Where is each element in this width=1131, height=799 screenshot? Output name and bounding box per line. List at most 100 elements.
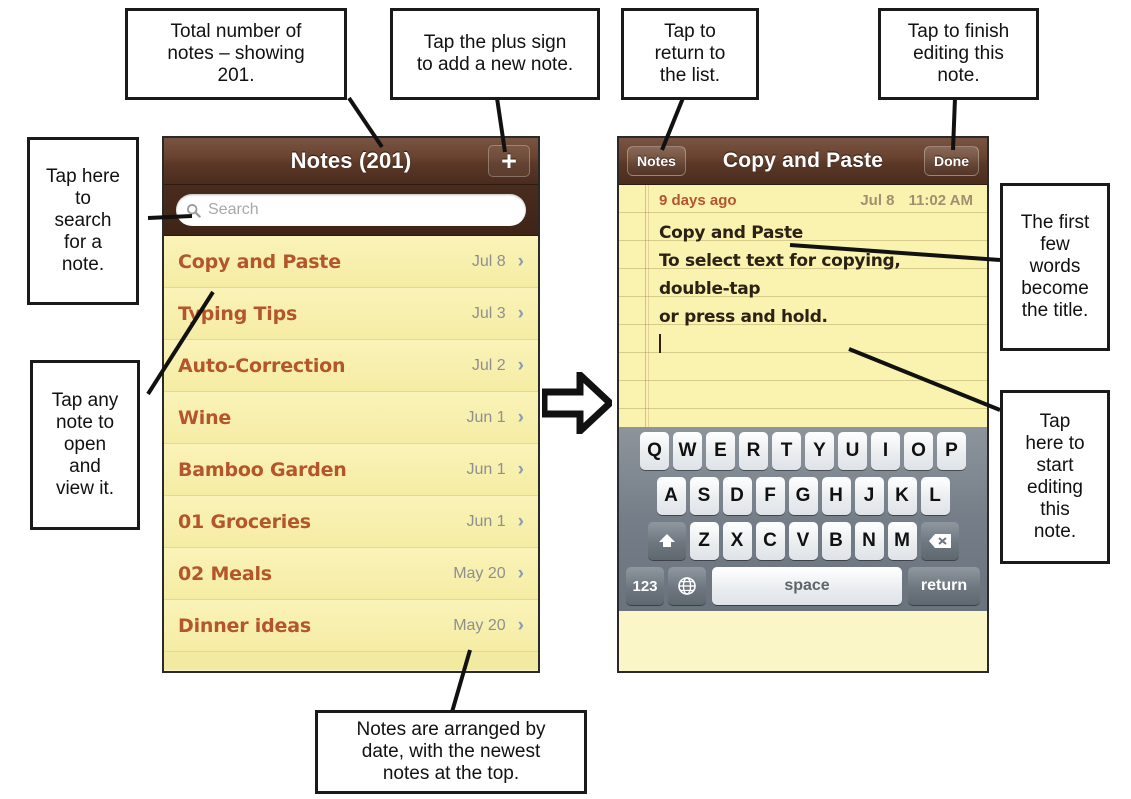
key-t[interactable]: T xyxy=(772,432,801,470)
search-icon xyxy=(186,203,201,218)
note-body-line-1: Copy and Paste xyxy=(659,223,804,243)
callout-first-few-words-text: The first few words become the title. xyxy=(1020,212,1090,321)
callout-finish-editing-text: Tap to finish editing this note. xyxy=(907,21,1010,86)
callout-start-editing-text: Tap here to start editing this note. xyxy=(1025,411,1085,542)
key-h[interactable]: H xyxy=(821,477,851,515)
chevron-right-icon: › xyxy=(517,302,524,324)
callout-search-for-note: Tap here to search for a note. xyxy=(27,137,139,305)
done-button[interactable]: Done xyxy=(924,146,979,176)
key-s[interactable]: S xyxy=(689,477,719,515)
chevron-right-icon: › xyxy=(517,562,524,584)
key-n[interactable]: N xyxy=(854,522,884,560)
note-title: Bamboo Garden xyxy=(178,458,347,481)
list-nav-bar: Notes (201) + xyxy=(164,138,538,185)
note-body-line-3: or press and hold. xyxy=(659,307,828,327)
list-item[interactable]: Bamboo Garden Jun 1 › xyxy=(164,444,538,496)
note-time: 11:02 AM xyxy=(908,191,973,209)
key-w[interactable]: W xyxy=(673,432,702,470)
list-item[interactable]: Copy and Paste Jul 8 › xyxy=(164,236,538,288)
note-date: Jul 8 xyxy=(471,252,506,270)
globe-key[interactable] xyxy=(668,567,706,605)
note-title: Copy and Paste xyxy=(178,250,341,273)
callout-return-to-list-text: Tap to return to the list. xyxy=(654,21,726,86)
note-title-heading: Copy and Paste xyxy=(722,149,884,172)
list-item[interactable]: 02 Meals May 20 › xyxy=(164,548,538,600)
key-g[interactable]: G xyxy=(788,477,818,515)
notes-list-screen: Notes (201) + Search Copy and Paste Jul … xyxy=(162,136,540,673)
key-m[interactable]: M xyxy=(887,522,917,560)
note-date: Jun 1 xyxy=(466,460,506,478)
key-e[interactable]: E xyxy=(706,432,735,470)
list-item[interactable]: Wine Jun 1 › xyxy=(164,392,538,444)
backspace-key[interactable] xyxy=(920,522,959,560)
space-key[interactable]: space xyxy=(712,567,902,605)
key-v[interactable]: V xyxy=(788,522,818,560)
key-a[interactable]: A xyxy=(656,477,686,515)
note-relative-date: 9 days ago xyxy=(659,191,737,209)
list-item[interactable]: 01 Groceries Jun 1 › xyxy=(164,496,538,548)
note-date: Jul 3 xyxy=(471,304,506,322)
return-key[interactable]: return xyxy=(908,567,980,605)
list-item[interactable]: Auto-Correction Jul 2 › xyxy=(164,340,538,392)
note-title: 01 Groceries xyxy=(178,510,311,533)
chevron-right-icon: › xyxy=(517,510,524,532)
callout-start-editing: Tap here to start editing this note. xyxy=(1000,390,1110,564)
note-paper[interactable]: 9 days ago Jul 8 11:02 AM Copy and Paste… xyxy=(619,185,987,427)
key-r[interactable]: R xyxy=(739,432,768,470)
callout-total-notes: Total number of notes – showing 201. xyxy=(125,8,347,100)
keyboard-row-2: A S D F G H J K L xyxy=(622,477,984,515)
chevron-right-icon: › xyxy=(517,354,524,376)
list-item[interactable]: Typing Tips Jul 3 › xyxy=(164,288,538,340)
backspace-icon xyxy=(928,534,951,548)
key-c[interactable]: C xyxy=(755,522,785,560)
list-bottom-filler xyxy=(164,652,538,670)
list-item[interactable]: Dinner ideas May 20 › xyxy=(164,600,538,652)
back-button-label: Notes xyxy=(637,153,676,169)
callout-open-note: Tap any note to open and view it. xyxy=(30,360,140,530)
key-l[interactable]: L xyxy=(920,477,950,515)
search-input[interactable]: Search xyxy=(176,194,526,226)
shift-key[interactable] xyxy=(647,522,686,560)
chevron-right-icon: › xyxy=(517,458,524,480)
key-p[interactable]: P xyxy=(937,432,966,470)
key-b[interactable]: B xyxy=(821,522,851,560)
plus-icon: + xyxy=(501,145,517,176)
note-detail-screen: Notes Copy and Paste Done 9 days ago Jul… xyxy=(617,136,989,673)
back-to-notes-button[interactable]: Notes xyxy=(627,146,686,176)
note-date: Jun 1 xyxy=(466,408,506,426)
key-k[interactable]: K xyxy=(887,477,917,515)
text-cursor-icon xyxy=(659,334,661,353)
note-title: Auto-Correction xyxy=(178,354,346,377)
callout-first-few-words: The first few words become the title. xyxy=(1000,183,1110,351)
globe-icon xyxy=(678,577,696,595)
key-q[interactable]: Q xyxy=(640,432,669,470)
search-placeholder: Search xyxy=(208,201,259,218)
callout-add-note: Tap the plus sign to add a new note. xyxy=(390,8,600,100)
key-i[interactable]: I xyxy=(871,432,900,470)
key-z[interactable]: Z xyxy=(689,522,719,560)
numbers-key[interactable]: 123 xyxy=(626,567,664,605)
detail-nav-bar: Notes Copy and Paste Done xyxy=(619,138,987,185)
keyboard-row-3: Z X C V B N M xyxy=(622,522,984,560)
note-title: 02 Meals xyxy=(178,562,272,585)
text-caret-line xyxy=(659,331,973,359)
figure-stage: Total number of notes – showing 201. Tap… xyxy=(0,0,1131,799)
add-note-button[interactable]: + xyxy=(488,145,530,177)
key-j[interactable]: J xyxy=(854,477,884,515)
key-u[interactable]: U xyxy=(838,432,867,470)
key-x[interactable]: X xyxy=(722,522,752,560)
note-title: Dinner ideas xyxy=(178,614,311,637)
note-body[interactable]: Copy and Paste To select text for copyin… xyxy=(619,215,987,359)
callout-sorted-by-date-text: Notes are arranged by date, with the new… xyxy=(356,719,546,784)
note-metadata: 9 days ago Jul 8 11:02 AM xyxy=(619,185,987,215)
key-f[interactable]: F xyxy=(755,477,785,515)
keyboard-row-4: 123 space return xyxy=(622,567,984,605)
page-title: Notes (201) xyxy=(290,148,412,173)
callout-return-to-list: Tap to return to the list. xyxy=(621,8,759,100)
key-d[interactable]: D xyxy=(722,477,752,515)
onscreen-keyboard: Q W E R T Y U I O P A S D F G H J K L Z … xyxy=(619,427,987,611)
chevron-right-icon: › xyxy=(517,250,524,272)
key-o[interactable]: O xyxy=(904,432,933,470)
key-y[interactable]: Y xyxy=(805,432,834,470)
callout-sorted-by-date: Notes are arranged by date, with the new… xyxy=(315,710,587,794)
